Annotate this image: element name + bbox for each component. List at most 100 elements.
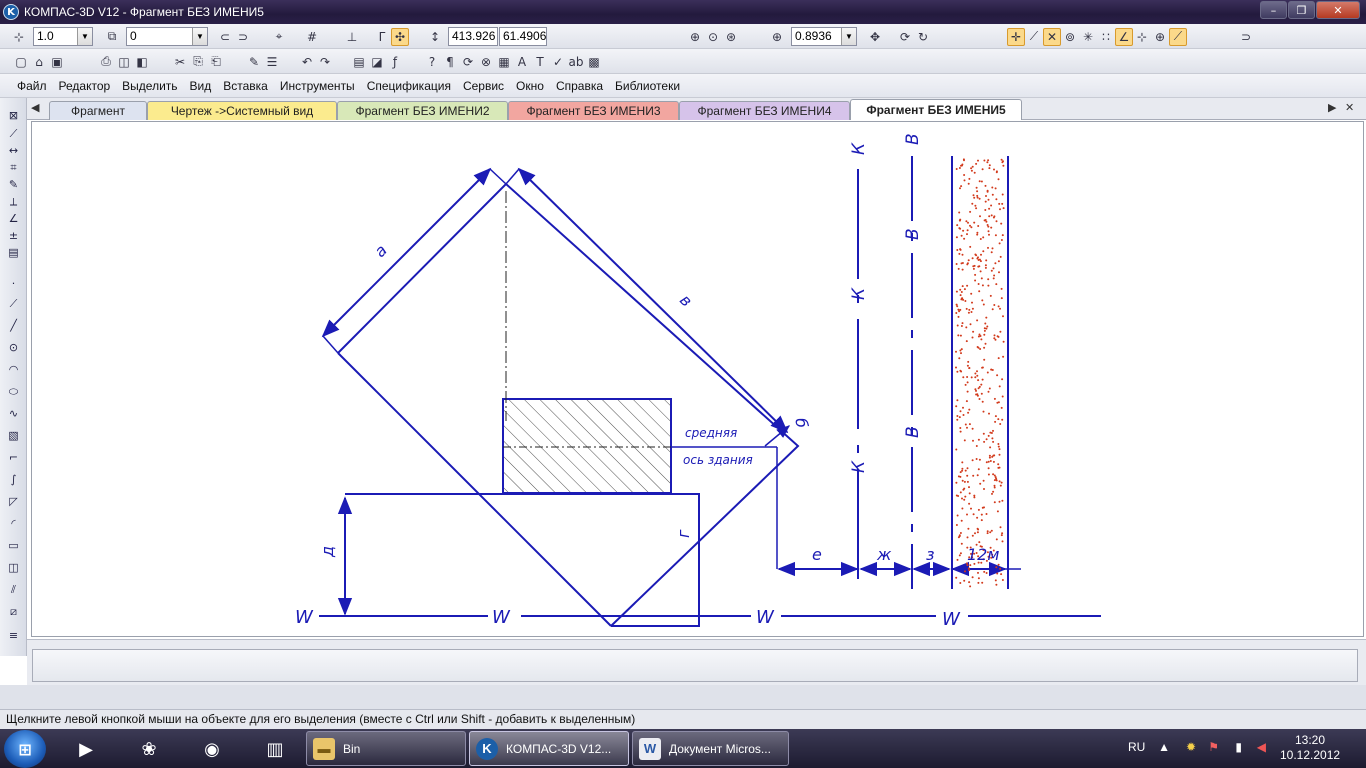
local-cs-icon[interactable]: ⌖ xyxy=(270,28,288,46)
snap-end-icon[interactable]: ⟋ xyxy=(1025,28,1043,46)
tab-fragment-2[interactable]: Фрагмент БЕЗ ИМЕНИ2 xyxy=(337,101,508,120)
collect-contour-icon[interactable]: ⧄ xyxy=(5,604,22,619)
coord-y-field[interactable]: 61.4906 xyxy=(499,27,547,46)
axis-label-w2[interactable]: W xyxy=(492,607,511,628)
zoom-fit-icon[interactable]: ⊛ xyxy=(722,28,740,46)
task-word[interactable]: W Документ Micros... xyxy=(632,731,789,766)
label-a[interactable]: а xyxy=(370,241,390,261)
list-icon[interactable]: ☰ xyxy=(263,53,281,71)
label-middle-2[interactable]: ось здания xyxy=(683,453,753,467)
properties-brush-icon[interactable]: ✎ xyxy=(245,53,263,71)
tab-drawing-system-view[interactable]: Чертеж ->Системный вид xyxy=(147,101,337,120)
zoom-icon[interactable]: ⊙ xyxy=(704,28,722,46)
abc-icon[interactable]: ab xyxy=(567,53,585,71)
tab-fragment-4[interactable]: Фрагмент БЕЗ ИМЕНИ4 xyxy=(679,101,850,120)
tab-scroll-left-icon[interactable]: ◀ xyxy=(31,101,39,114)
menu-service[interactable]: Сервис xyxy=(463,79,504,93)
language-indicator[interactable]: RU xyxy=(1128,740,1145,754)
snap-nearest-icon[interactable]: ✛ xyxy=(1007,27,1025,46)
base-contour[interactable] xyxy=(345,493,700,627)
hatch-tool-icon[interactable]: ▧ xyxy=(5,428,22,443)
snap-angle-icon[interactable]: ∠ xyxy=(1115,27,1133,46)
undo-icon[interactable]: ↶ xyxy=(298,53,316,71)
label-g[interactable]: г xyxy=(674,529,693,538)
cut-icon[interactable]: ✂ xyxy=(171,53,189,71)
coord-x-field[interactable]: 413.926 xyxy=(448,27,498,46)
maximize-button[interactable]: ❐ xyxy=(1288,1,1315,19)
layer-select[interactable]: 0 ▼ xyxy=(126,27,208,46)
refresh-icon[interactable]: ⟳ xyxy=(896,28,914,46)
point-tool-icon[interactable]: · xyxy=(5,276,22,291)
menu-specification[interactable]: Спецификация xyxy=(367,79,451,93)
drawing-canvas[interactable]: а в б д г средняя ось здания е ж з 12м К… xyxy=(31,121,1364,637)
label-e[interactable]: е xyxy=(812,545,822,564)
text-icon[interactable]: T xyxy=(531,53,549,71)
menu-select[interactable]: Выделить xyxy=(122,79,177,93)
spec-tool-icon[interactable]: ▤ xyxy=(5,245,22,260)
tray-spark-icon[interactable]: ✹ xyxy=(1186,740,1196,754)
label-d[interactable]: д xyxy=(318,546,337,558)
cad-drawing[interactable]: а в б д г средняя ось здания е ж з 12м К… xyxy=(31,121,1364,637)
spellcheck-icon[interactable]: ✓ xyxy=(549,53,567,71)
parametrize-tool-icon[interactable]: ⟂ xyxy=(5,194,22,209)
line-tool-icon[interactable]: ⟋ xyxy=(5,296,22,311)
tab-fragment-3[interactable]: Фрагмент БЕЗ ИМЕНИ3 xyxy=(508,101,679,120)
dim-ext-a2[interactable] xyxy=(489,168,507,185)
table-icon[interactable]: ▦ xyxy=(495,53,513,71)
zoom-field[interactable]: 0.8936 ▼ xyxy=(791,27,857,46)
orthogonal-icon[interactable]: ⊥ xyxy=(343,28,361,46)
clock[interactable]: 13:20 10.12.2012 xyxy=(1280,733,1340,763)
paragraph-icon[interactable]: ¶ xyxy=(441,53,459,71)
symbols-tool-icon[interactable]: ⌗ xyxy=(5,160,22,175)
equidistant-tool-icon[interactable]: ⫽ xyxy=(5,582,22,597)
axis-label-w3[interactable]: W xyxy=(756,607,775,628)
pan-icon[interactable]: ✥ xyxy=(866,28,884,46)
label-b[interactable]: б xyxy=(791,416,811,429)
dimension-tool-icon[interactable]: ↔ xyxy=(5,143,22,158)
chevron-down-icon[interactable]: ▼ xyxy=(77,28,92,45)
select-mode-icon[interactable]: ± xyxy=(5,228,22,243)
save-icon[interactable]: ▣ xyxy=(48,53,66,71)
grid-icon[interactable]: # xyxy=(303,28,321,46)
tab-fragment[interactable]: Фрагмент xyxy=(49,101,147,120)
snap-circle-icon[interactable]: ⊕ xyxy=(1151,28,1169,46)
ortho-mode-icon[interactable]: ✣ xyxy=(391,27,409,46)
variables-icon[interactable]: ⊗ xyxy=(477,53,495,71)
zoom-window-icon[interactable]: ⊕ xyxy=(686,28,704,46)
geometry-tool-icon[interactable]: ⟋ xyxy=(5,126,22,141)
polyline-tool-icon[interactable]: ⌐ xyxy=(5,450,22,465)
axis-label-k2[interactable]: К xyxy=(849,287,869,300)
fl-studio-icon[interactable]: ❀ xyxy=(121,732,177,766)
magnet-snap-toggle-icon[interactable]: ⊃ xyxy=(1237,28,1255,46)
contour-tool-icon[interactable]: ◫ xyxy=(5,560,22,575)
dim-ext-a1[interactable] xyxy=(322,335,339,354)
label-middle-1[interactable]: средняя xyxy=(685,426,737,440)
snap-grid-icon[interactable]: ⊹ xyxy=(10,28,28,46)
rectangle-tool-icon[interactable]: ▭ xyxy=(5,538,22,553)
redo-icon[interactable]: ↷ xyxy=(316,53,334,71)
library-icon[interactable]: ◪ xyxy=(368,53,386,71)
chevron-down-icon[interactable]: ▼ xyxy=(841,28,856,45)
axis-label-w1[interactable]: W xyxy=(295,607,314,628)
picture-icon[interactable]: ▩ xyxy=(585,53,603,71)
tab-fragment-5[interactable]: Фрагмент БЕЗ ИМЕНИ5 xyxy=(850,99,1022,120)
tool-options-icon[interactable]: ≡ xyxy=(5,628,22,643)
redraw-icon[interactable]: ↻ xyxy=(914,28,932,46)
magnet-icon[interactable]: ⊃ xyxy=(234,28,252,46)
spline-tool-icon[interactable]: ∿ xyxy=(5,406,22,421)
magnet-snap-icon[interactable]: ⊂ xyxy=(216,28,234,46)
axis-label-k1[interactable]: К xyxy=(849,142,869,155)
snap-intersect-icon[interactable]: ✳ xyxy=(1079,28,1097,46)
layer-icon[interactable]: ⧉ xyxy=(103,28,121,46)
ellipse-tool-icon[interactable]: ⬭ xyxy=(5,384,22,399)
action-center-icon[interactable]: ⚑ xyxy=(1208,740,1219,754)
axis-label-w4[interactable]: W xyxy=(942,609,961,630)
arc-tool-icon[interactable]: ◠ xyxy=(5,362,22,377)
snap-center-icon[interactable]: ⊚ xyxy=(1061,28,1079,46)
axis-label-v3[interactable]: В xyxy=(903,426,923,438)
chamfer-tool-icon[interactable]: ◸ xyxy=(5,494,22,509)
dim-line-v[interactable] xyxy=(517,167,789,434)
snap-grid-point-icon[interactable]: ∷ xyxy=(1097,28,1115,46)
axis-label-k3[interactable]: К xyxy=(849,460,869,473)
network-icon[interactable]: ▮ xyxy=(1235,740,1242,754)
